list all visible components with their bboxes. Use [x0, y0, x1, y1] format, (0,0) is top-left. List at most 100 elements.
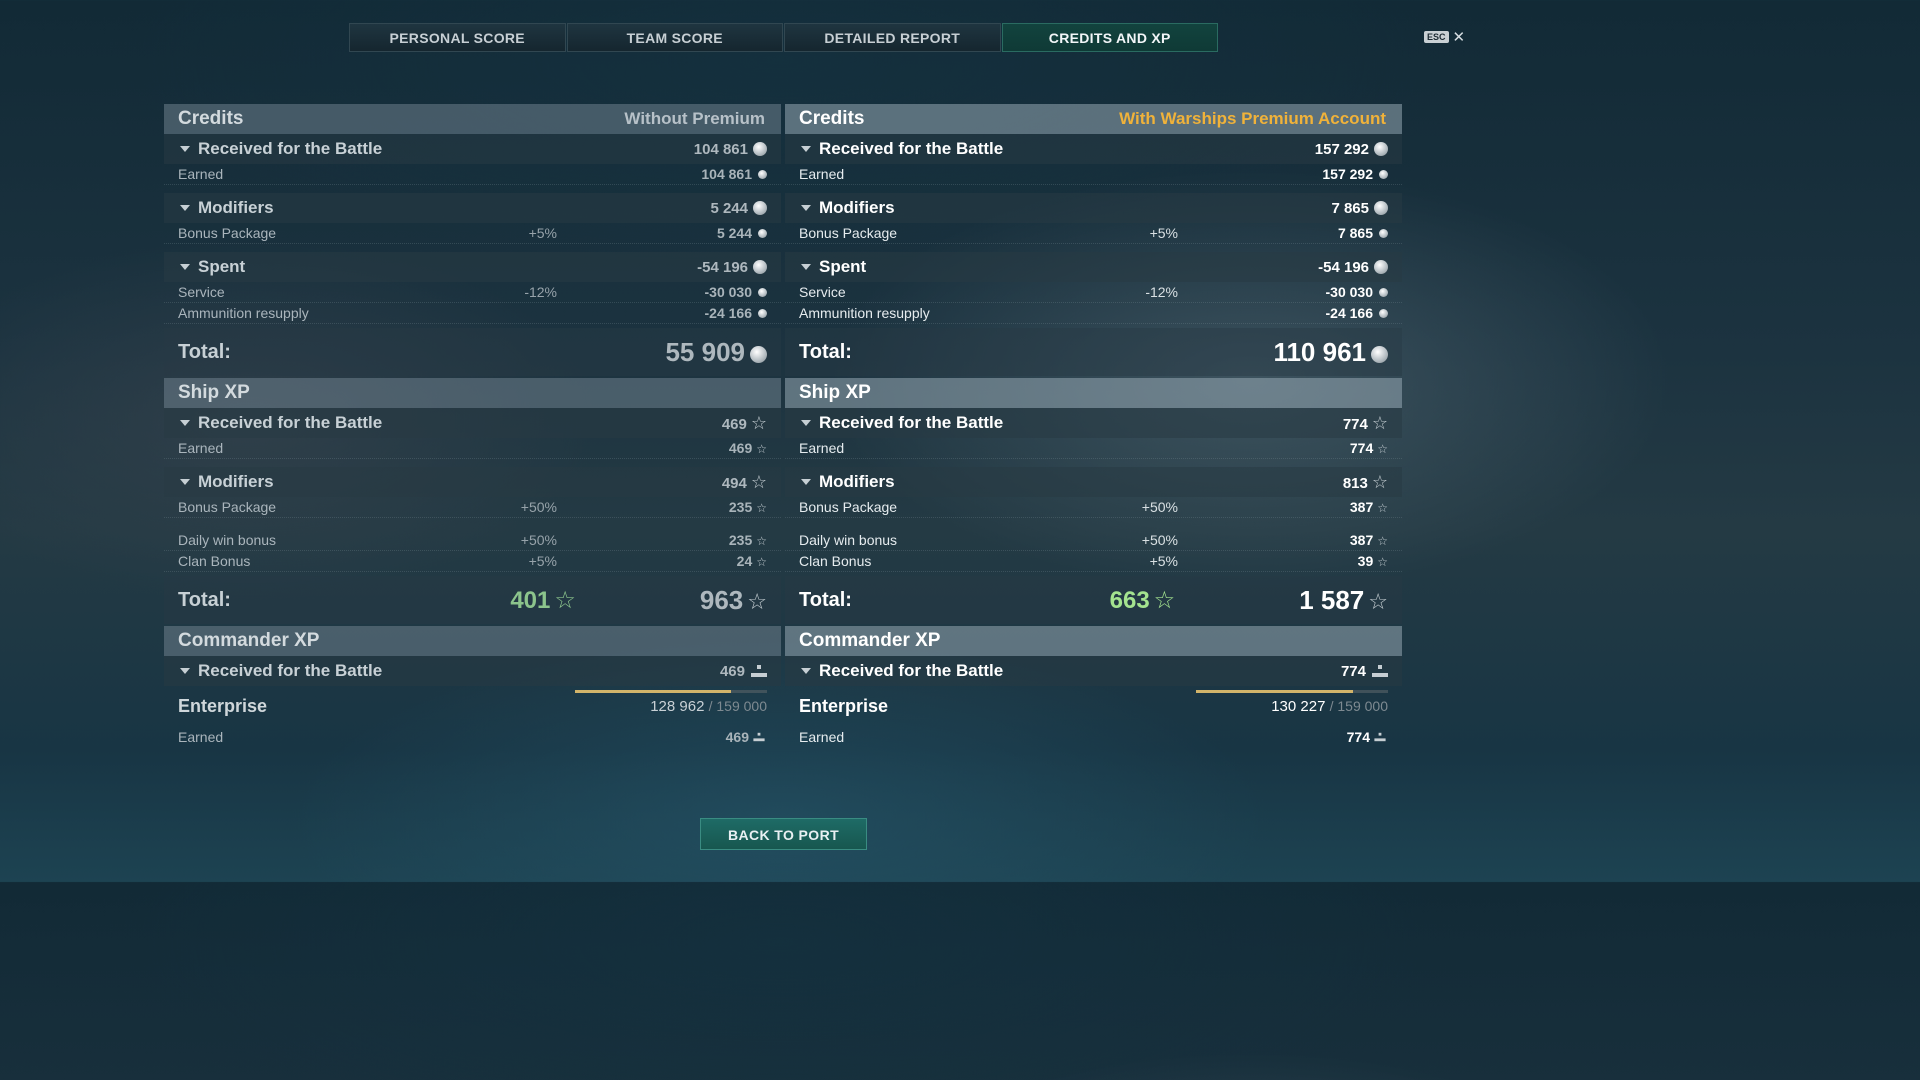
credits-ammo-row: Ammunition resupply -24 166: [164, 303, 781, 324]
chevron-down-icon: [180, 205, 190, 211]
commander-xp-title: Commander XP: [178, 630, 320, 651]
total-value: 963 ☆: [699, 584, 767, 615]
chevron-down-icon: [180, 420, 190, 426]
commander-xp-icon: [1374, 732, 1386, 741]
commander-progress-bar: [1196, 690, 1388, 693]
commander-xp-title: Commander XP: [799, 630, 941, 651]
total-value: 1 587 ☆: [1299, 584, 1388, 615]
tab-detailed-report[interactable]: DETAILED REPORT: [784, 23, 1001, 52]
group-value: 494 ☆: [721, 471, 767, 493]
tab-team-score[interactable]: TEAM SCORE: [566, 23, 783, 52]
star-icon: ☆: [554, 585, 576, 614]
star-icon: ☆: [1377, 534, 1388, 548]
total-label: Total:: [178, 340, 231, 363]
commander-progress-bar: [575, 690, 767, 693]
star-icon: ☆: [1377, 501, 1388, 515]
group-label: Received for the Battle: [198, 413, 383, 432]
silver-coin-icon: [753, 141, 767, 156]
row-value: 7 865: [1308, 225, 1388, 241]
tab-credits-and-xp[interactable]: CREDITS AND XP: [1001, 23, 1218, 52]
credits-received-group[interactable]: Received for the Battle 157 292: [785, 134, 1402, 164]
commander-name: Enterprise: [799, 695, 889, 716]
row-value: 774: [1308, 729, 1388, 745]
row-value: 387 ☆: [1349, 532, 1388, 548]
back-to-port-button[interactable]: BACK TO PORT: [700, 818, 867, 850]
ship-xp-total: Total: 401 ☆ 963 ☆: [164, 576, 781, 624]
group-value: 5 244: [710, 200, 767, 217]
row-value: 235 ☆: [728, 532, 767, 548]
group-label: Received for the Battle: [819, 661, 1004, 680]
row-percent: +5%: [1149, 225, 1178, 241]
silver-coin-icon: [753, 200, 767, 215]
row-value: -30 030: [687, 284, 767, 300]
row-value: -24 166: [687, 305, 767, 321]
silver-coin-icon: [758, 288, 767, 297]
row-value: -24 166: [1308, 305, 1388, 321]
credits-bonus-package-row: Bonus Package +5% 7 865: [785, 223, 1402, 244]
silver-coin-icon: [758, 170, 767, 179]
ship-xp-modifiers-group[interactable]: Modifiers 494 ☆: [164, 467, 781, 497]
row-label: Bonus Package: [178, 499, 277, 515]
ship-xp-bonus-package-row: Bonus Package +50% 387 ☆: [785, 497, 1402, 518]
panel-without-premium: Credits Without Premium Received for the…: [164, 104, 781, 747]
credits-modifiers-group[interactable]: Modifiers 7 865: [785, 193, 1402, 223]
chevron-down-icon: [801, 420, 811, 426]
row-label: Daily win bonus: [799, 532, 898, 548]
ship-xp-total: Total: 663 ☆ 1 587 ☆: [785, 576, 1402, 624]
close-button[interactable]: ESC ✕: [1424, 28, 1465, 46]
group-label: Received for the Battle: [819, 413, 1004, 432]
ship-xp-modifiers-group[interactable]: Modifiers 813 ☆: [785, 467, 1402, 497]
row-label: Earned: [178, 166, 224, 182]
row-value: 5 244: [687, 225, 767, 241]
group-value: 157 292: [1315, 141, 1388, 158]
ship-xp-daily-win-row: Daily win bonus +50% 235 ☆: [164, 530, 781, 551]
row-label: Earned: [178, 728, 224, 745]
credits-earned-row: Earned 104 861: [164, 164, 781, 185]
star-icon: ☆: [756, 442, 767, 456]
row-label: Bonus Package: [178, 225, 277, 241]
star-icon: ☆: [750, 471, 767, 493]
row-label: Earned: [178, 440, 224, 456]
ship-xp-received-group[interactable]: Received for the Battle 774 ☆: [785, 408, 1402, 438]
ship-xp-header: Ship XP: [785, 378, 1402, 408]
total-value: 55 909: [665, 337, 767, 368]
credits-modifiers-group[interactable]: Modifiers 5 244: [164, 193, 781, 223]
credits-received-group[interactable]: Received for the Battle 104 861: [164, 134, 781, 164]
chevron-down-icon: [801, 668, 811, 674]
commander-xp-received-group[interactable]: Received for the Battle 469: [164, 656, 781, 686]
commander-xp-received-group[interactable]: Received for the Battle 774: [785, 656, 1402, 686]
row-value: 157 292: [1308, 166, 1388, 182]
credits-total: Total: 110 961: [785, 328, 1402, 376]
chevron-down-icon: [801, 146, 811, 152]
row-label: Earned: [799, 728, 845, 745]
star-icon: ☆: [750, 412, 767, 434]
group-label: Modifiers: [198, 472, 274, 491]
chevron-down-icon: [180, 264, 190, 270]
row-label: Earned: [799, 440, 845, 456]
ship-xp-received-group[interactable]: Received for the Battle 469 ☆: [164, 408, 781, 438]
credits-spent-group[interactable]: Spent -54 196: [785, 252, 1402, 282]
credits-service-row: Service -12% -30 030: [164, 282, 781, 303]
commander-xp-icon: [751, 664, 767, 677]
star-icon: ☆: [756, 501, 767, 515]
tab-personal-score[interactable]: PERSONAL SCORE: [349, 23, 566, 52]
commander-row: Enterprise 130 227 / 159 000: [785, 686, 1402, 726]
total-value: 110 961: [1273, 337, 1388, 368]
total-label: Total:: [799, 588, 852, 611]
star-icon: ☆: [1377, 555, 1388, 569]
group-value: 774: [1341, 663, 1388, 680]
silver-coin-icon: [753, 259, 767, 274]
row-value: 387 ☆: [1349, 499, 1388, 515]
row-value: 24 ☆: [736, 553, 767, 569]
free-xp-total: 401 ☆: [510, 585, 576, 614]
commander-earned-row: Earned 774: [785, 726, 1402, 747]
group-label: Modifiers: [198, 198, 274, 217]
credits-bonus-package-row: Bonus Package +5% 5 244: [164, 223, 781, 244]
esc-key-icon: ESC: [1424, 31, 1449, 43]
chevron-down-icon: [180, 668, 190, 674]
row-label: Ammunition resupply: [178, 305, 309, 321]
group-value: 104 861: [694, 141, 767, 158]
group-label: Modifiers: [819, 472, 895, 491]
credits-spent-group[interactable]: Spent -54 196: [164, 252, 781, 282]
total-label: Total:: [799, 340, 852, 363]
